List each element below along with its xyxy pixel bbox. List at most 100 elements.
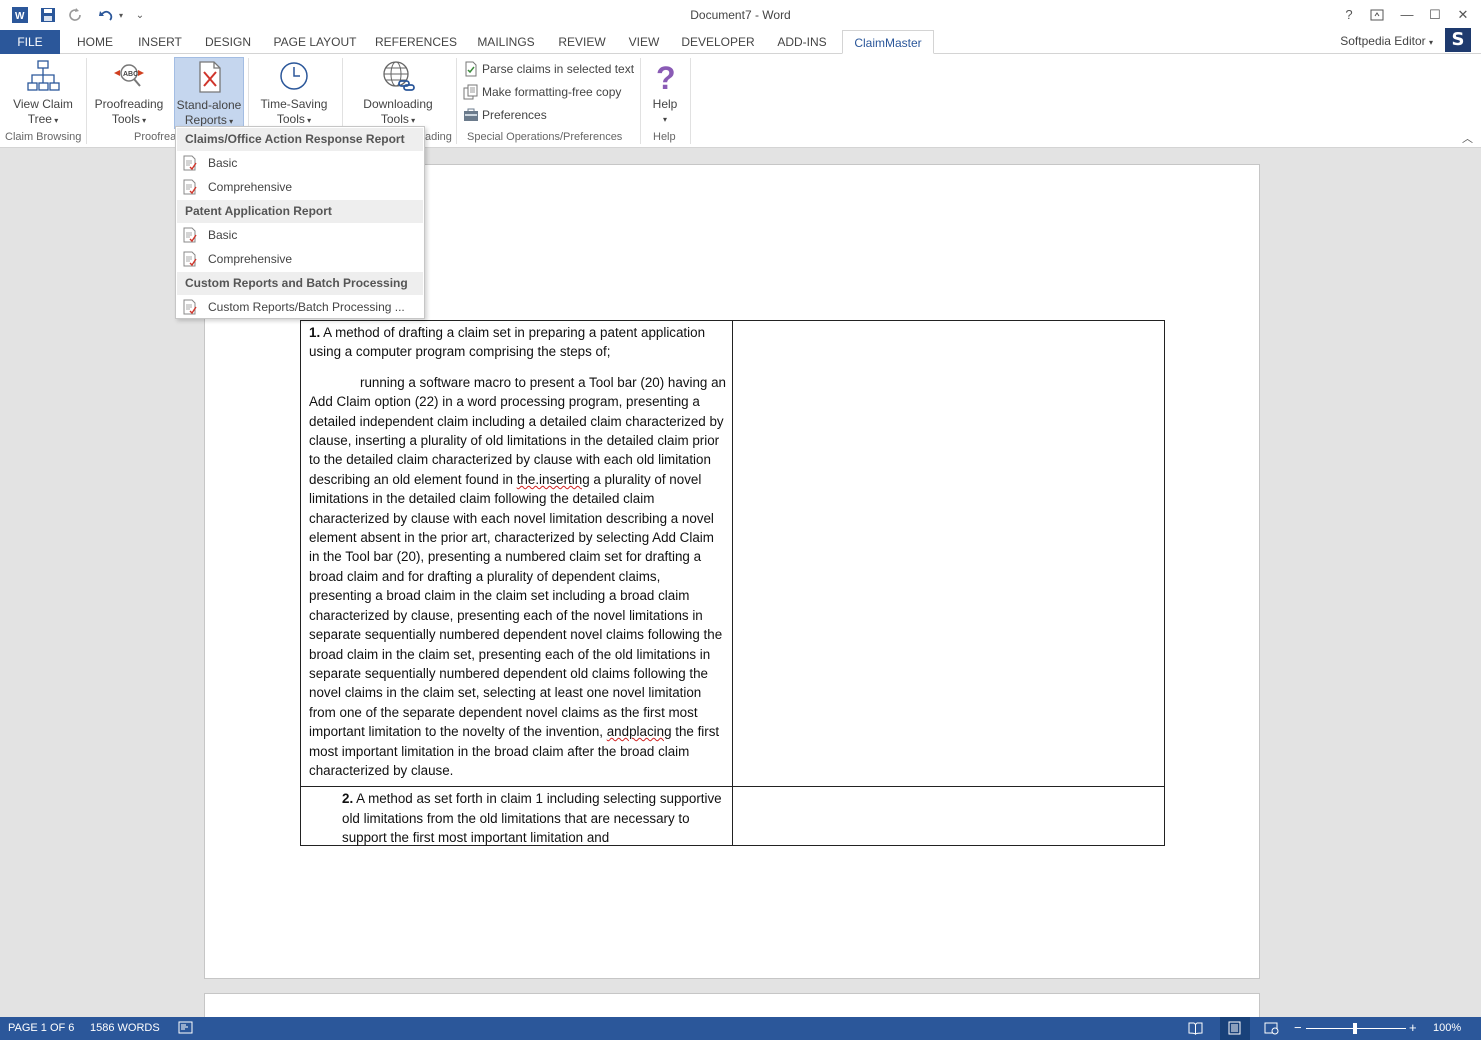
tab-file[interactable]: FILE [0,30,60,54]
parse-icon [465,61,477,77]
tab-mailings[interactable]: MAILINGS [470,30,542,54]
parse-claims-button[interactable]: Parse claims in selected text [463,59,634,79]
dropdown-arrow-icon: ▾ [408,116,416,125]
dropdown-arrow-icon: ▾ [226,117,234,126]
menu-item-custom-batch[interactable]: Custom Reports/Batch Processing ... [176,295,424,319]
page-count[interactable]: PAGE 1 OF 6 [8,1022,74,1034]
close-button[interactable]: ✕ [1450,4,1476,26]
table-cell-claim-1[interactable]: 1. A method of drafting a claim set in p… [300,319,733,788]
claim-1-preamble: 1. A method of drafting a claim set in p… [309,323,726,362]
window-title: Document7 - Word [690,8,791,22]
menu-item-label: Basic [208,228,238,242]
spelling-error-1[interactable]: the.inserting [517,472,590,487]
ribbon-display-options-icon[interactable] [1364,4,1390,26]
read-mode-icon[interactable] [1188,1021,1203,1035]
view-claim-tree-label-2: Tree [27,112,52,126]
menu-item-patent-basic[interactable]: Basic [176,223,424,247]
claim-2-number: 2. [342,791,354,807]
preferences-icon [464,108,478,121]
softpedia-logo: S [1445,28,1471,52]
standalone-reports-button[interactable]: Stand-alone Reports ▾ [174,57,244,129]
group-separator [690,58,691,144]
proofreading-label-2: Tools [111,112,140,126]
view-claim-tree-button[interactable]: View Claim Tree ▾ [6,57,80,129]
word-count[interactable]: 1586 WORDS [90,1022,160,1034]
copy-icon [463,84,478,100]
tab-view[interactable]: VIEW [622,30,666,54]
help-button[interactable]: ? [1336,4,1362,26]
globe-link-icon [383,61,415,91]
user-account[interactable]: Softpedia Editor ▾ [1340,34,1433,48]
document-page-2[interactable] [204,993,1260,1017]
dropdown-arrow-icon: ▾ [662,115,667,124]
status-bar: PAGE 1 OF 6 1586 WORDS − + 100% [0,1017,1481,1040]
help-ribbon-button[interactable]: ? Help ▾ [646,57,684,129]
table-cell-empty[interactable] [732,319,1165,788]
standalone-reports-menu: Claims/Office Action Response Report Bas… [175,126,425,319]
minimize-button[interactable]: — [1394,4,1420,26]
zoom-out-button[interactable]: − [1294,1020,1302,1035]
zoom-in-button[interactable]: + [1409,1020,1417,1035]
view-claim-tree-label-1: View Claim [13,97,73,111]
zoom-level[interactable]: 100% [1433,1022,1461,1034]
menu-section-patent-application: Patent Application Report [177,200,423,223]
tab-claimmaster[interactable]: ClaimMaster [842,30,934,54]
tab-developer[interactable]: DEVELOPER [676,30,760,54]
report-icon [199,61,221,93]
report-check-icon [183,227,197,243]
tab-insert[interactable]: INSERT [130,30,190,54]
menu-item-label: Custom Reports/Batch Processing ... [208,300,405,314]
proofreading-tools-button[interactable]: ABC Proofreading Tools ▾ [90,57,168,129]
print-layout-icon[interactable] [1227,1021,1242,1035]
time-saving-tools-button[interactable]: Time-Saving Tools ▾ [254,57,334,129]
group-label-proofreading: Proofrea [134,131,177,143]
tab-review[interactable]: REVIEW [552,30,612,54]
preferences-button[interactable]: Preferences [463,105,547,125]
dropdown-arrow-icon: ▾ [304,116,312,125]
spelling-error-2[interactable]: andplacing [607,724,672,739]
proofreading-icon: ABC [114,64,144,87]
web-layout-icon[interactable] [1264,1021,1279,1035]
report-check-icon [183,155,197,171]
claim-2-text: A method as set forth in claim 1 includi… [342,791,722,846]
preferences-label: Preferences [482,108,547,122]
question-mark-icon: ? [656,60,676,93]
menu-section-custom-reports: Custom Reports and Batch Processing [177,272,423,295]
table-row: 2. A method as set forth in claim 1 incl… [300,786,1165,847]
collapse-ribbon-icon[interactable]: ︿ [1462,130,1473,146]
svg-text:ABC: ABC [123,71,138,78]
menu-section-claims-report: Claims/Office Action Response Report [177,128,423,151]
zoom-slider-thumb[interactable] [1353,1023,1357,1034]
claim-tree-icon [27,60,60,91]
group-label-special-operations: Special Operations/Preferences [467,131,623,143]
table-cell-claim-2[interactable]: 2. A method as set forth in claim 1 incl… [300,786,733,847]
report-check-icon [183,299,197,315]
claim-1-body-a: running a software macro to present a To… [309,374,726,487]
tab-page-layout[interactable]: PAGE LAYOUT [268,30,362,54]
downloading-label-1: Downloading [363,97,433,111]
claims-table: 1. A method of drafting a claim set in p… [300,319,1165,847]
proofing-status-icon[interactable] [178,1021,193,1035]
table-row: 1. A method of drafting a claim set in p… [300,319,1165,788]
menu-item-patent-comprehensive[interactable]: Comprehensive [176,247,424,271]
formatting-free-copy-button[interactable]: Make formatting-free copy [463,82,621,102]
claim-1-body: running a software macro to present a To… [309,373,726,781]
dropdown-arrow-icon: ▾ [139,116,147,125]
tab-home[interactable]: HOME [68,30,122,54]
tab-references[interactable]: REFERENCES [372,30,460,54]
table-cell-empty[interactable] [732,786,1165,847]
tab-add-ins[interactable]: ADD-INS [770,30,834,54]
proofreading-label-1: Proofreading [94,97,164,111]
parse-claims-label: Parse claims in selected text [482,62,635,76]
svg-text:?: ? [656,60,676,93]
menu-item-claims-basic[interactable]: Basic [176,151,424,175]
downloading-tools-button[interactable]: Downloading Tools ▾ [356,57,440,129]
maximize-button[interactable]: ☐ [1422,4,1448,26]
tab-design[interactable]: DESIGN [198,30,258,54]
claim-1-body-b: a plurality of novel limitations in the … [309,471,723,740]
report-check-icon [183,179,197,195]
time-saving-label-2: Tools [276,112,305,126]
title-bar: W ▾ ⌄ Document7 - Word ? — ☐ ✕ [0,0,1481,30]
menu-item-claims-comprehensive[interactable]: Comprehensive [176,175,424,199]
formatting-free-copy-label: Make formatting-free copy [482,85,622,99]
